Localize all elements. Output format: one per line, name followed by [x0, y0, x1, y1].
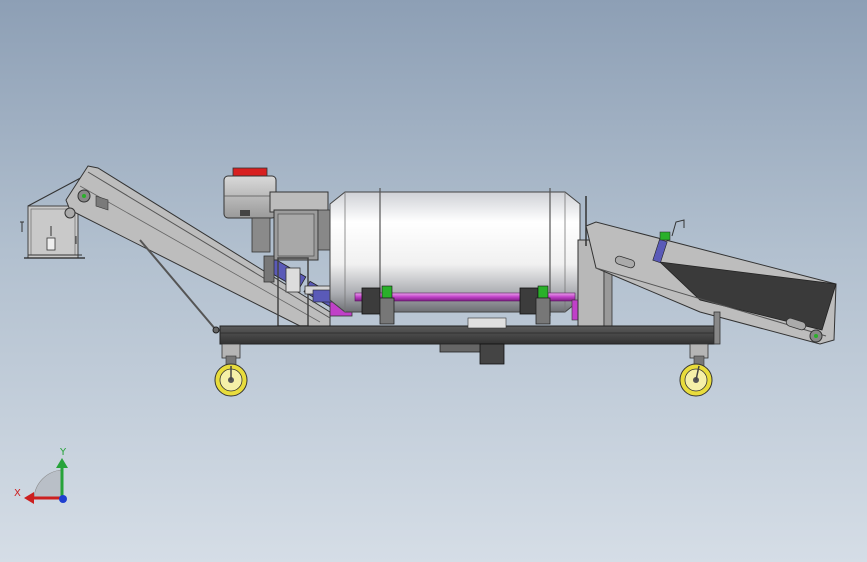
triad-plane-indicator [33, 469, 63, 499]
under-motor [479, 343, 505, 365]
machine-assembly-view[interactable]: Y X [0, 0, 867, 562]
cad-viewport[interactable]: Y X [0, 0, 867, 562]
red-indicator-cap [232, 167, 268, 177]
x-axis-label: X [14, 488, 21, 499]
z-axis-dot [59, 495, 67, 503]
green-sensor-right [537, 285, 549, 299]
caster-wheel-right[interactable] [679, 343, 713, 397]
green-sensor-left [381, 285, 393, 299]
caster-wheel-left[interactable] [214, 343, 248, 397]
right-discharge-conveyor[interactable] [585, 219, 837, 345]
control-box[interactable] [223, 167, 277, 253]
y-axis-label: Y [59, 447, 67, 458]
orientation-triad[interactable]: Y X [14, 447, 68, 504]
